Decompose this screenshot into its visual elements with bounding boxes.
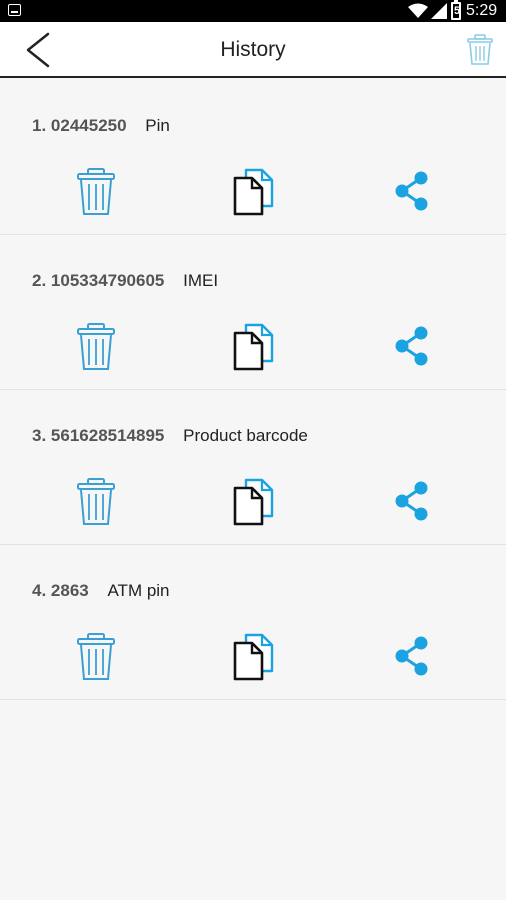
history-item: 4. 2863 ATM pin xyxy=(0,545,506,700)
clear-all-trash-icon[interactable] xyxy=(466,34,494,66)
delete-trash-icon[interactable] xyxy=(76,478,116,526)
copy-icon[interactable] xyxy=(232,168,276,216)
item-value: 105334790605 xyxy=(50,271,165,290)
item-index: 1. xyxy=(32,116,47,135)
item-index: 3. xyxy=(32,426,47,445)
delete-trash-icon[interactable] xyxy=(76,323,116,371)
item-label: Product barcode xyxy=(183,426,308,445)
wifi-icon xyxy=(408,3,428,18)
battery-icon: 5 xyxy=(451,0,461,20)
battery-level: 5 xyxy=(453,5,461,17)
delete-trash-icon[interactable] xyxy=(76,633,116,681)
app-bar: History xyxy=(0,22,506,78)
copy-icon[interactable] xyxy=(232,478,276,526)
item-value: 02445250 xyxy=(50,116,127,135)
status-time: 5:29 xyxy=(466,2,498,19)
history-item: 3. 561628514895 Product barcode xyxy=(0,390,506,545)
share-icon[interactable] xyxy=(394,170,430,212)
item-value: 2863 xyxy=(50,581,89,600)
copy-icon[interactable] xyxy=(232,633,276,681)
copy-icon[interactable] xyxy=(232,323,276,371)
status-bar: 5 5:29 xyxy=(0,0,506,22)
history-item: 1. 02445250 Pin xyxy=(0,80,506,235)
history-item-text: 2. 105334790605 IMEI xyxy=(32,271,218,291)
signal-icon xyxy=(431,3,447,19)
item-index: 4. xyxy=(32,581,47,600)
history-item: 2. 105334790605 IMEI xyxy=(0,235,506,390)
page-title: History xyxy=(220,38,286,61)
history-list: 1. 02445250 Pin 2. 105334790605 IMEI 3. … xyxy=(0,80,506,700)
share-icon[interactable] xyxy=(394,635,430,677)
history-item-text: 4. 2863 ATM pin xyxy=(32,581,170,601)
item-index: 2. xyxy=(32,271,47,290)
share-icon[interactable] xyxy=(394,480,430,522)
item-value: 561628514895 xyxy=(50,426,165,445)
history-item-text: 3. 561628514895 Product barcode xyxy=(32,426,308,446)
item-label: ATM pin xyxy=(107,581,170,600)
history-item-text: 1. 02445250 Pin xyxy=(32,116,170,136)
share-icon[interactable] xyxy=(394,325,430,367)
delete-trash-icon[interactable] xyxy=(76,168,116,216)
item-label: IMEI xyxy=(183,271,219,290)
item-label: Pin xyxy=(145,116,170,135)
notification-icon xyxy=(8,4,21,16)
